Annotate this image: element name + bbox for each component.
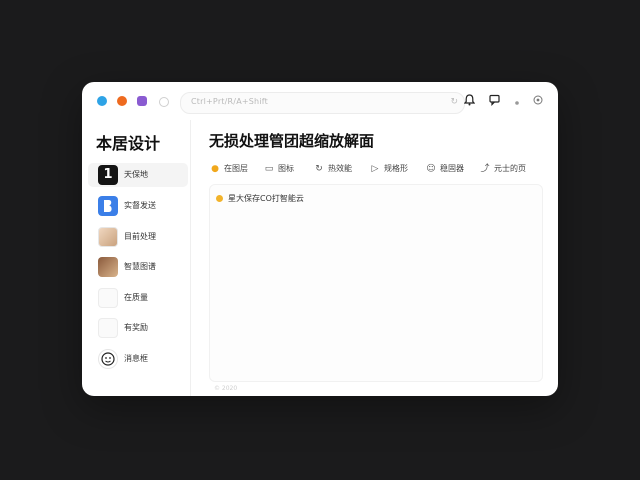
share-icon: ⤴ (480, 164, 490, 174)
settings-icon[interactable] (532, 94, 544, 109)
refresh-icon: ↻ (315, 164, 323, 174)
chat-icon[interactable] (489, 94, 500, 109)
dot-icon[interactable] (514, 97, 520, 109)
empty-avatar-icon (98, 288, 118, 308)
sidebar-item-0[interactable]: 1 天保地 (88, 163, 188, 187)
tool-icon[interactable]: ▭ 图标 (264, 162, 294, 176)
top-bar: Ctrl+Prt/R/A+Shift ↻ (82, 82, 558, 120)
tool-label: 图标 (278, 164, 294, 173)
orange-app-icon[interactable] (117, 96, 127, 106)
bell-icon[interactable] (463, 94, 476, 109)
avatar-photo-icon (98, 227, 118, 247)
sidebar-item-label: 天保地 (124, 170, 148, 179)
sidebar-item-label: 目前处理 (124, 232, 156, 241)
number-one-icon: 1 (98, 165, 118, 185)
image-icon: ▭ (264, 164, 274, 174)
blue-logo-icon (98, 196, 118, 216)
circle-icon[interactable] (159, 97, 169, 107)
avatar-photo-icon (98, 257, 118, 277)
tool-label: 稳固器 (440, 164, 464, 173)
footer-text: © 2020 (214, 385, 238, 392)
tool-label: 热效能 (328, 164, 352, 173)
tool-shape[interactable]: ▷ 规格形 (370, 162, 408, 176)
tool-label: 在图层 (224, 164, 248, 173)
sidebar-item-1[interactable]: 实督发送 (88, 194, 188, 218)
sidebar-item-2[interactable]: 目前处理 (88, 225, 188, 249)
content-panel[interactable]: 星大保存CO打智能云 (209, 184, 543, 382)
sidebar: 本居设计 1 天保地 实督发送 目前处理 智慧图谱 在质量 有奖励 消息框 (82, 120, 191, 396)
app-window: Ctrl+Prt/R/A+Shift ↻ 本居设计 1 天保地 实督发送 目前处… (82, 82, 558, 396)
tool-share[interactable]: ⤴ 元士的页 (480, 162, 526, 176)
content-item-text: 星大保存CO打智能云 (228, 194, 304, 203)
tool-label: 规格形 (384, 164, 408, 173)
sidebar-item-5[interactable]: 有奖励 (88, 316, 188, 340)
tool-efficiency[interactable]: ↻ 热效能 (314, 162, 352, 176)
tool-label: 元士的页 (494, 164, 526, 173)
yellow-dot-icon (216, 195, 223, 202)
reload-icon[interactable]: ↻ (450, 97, 458, 107)
sidebar-item-6[interactable]: 消息框 (88, 347, 188, 371)
brand-title: 本居设计 (96, 134, 161, 153)
page-title: 无损处理管团超缩放解面 (209, 132, 375, 150)
sidebar-item-4[interactable]: 在质量 (88, 286, 188, 310)
twitter-icon[interactable] (97, 96, 107, 106)
smile-icon: ☺ (426, 164, 436, 174)
sidebar-item-3[interactable]: 智慧图谱 (88, 255, 188, 279)
sidebar-item-label: 实督发送 (124, 201, 156, 210)
sidebar-item-label: 消息框 (124, 354, 148, 363)
sidebar-item-label: 有奖励 (124, 323, 148, 332)
tool-layer[interactable]: ● 在图层 (210, 162, 248, 176)
face-icon (98, 349, 118, 369)
purple-app-icon[interactable] (137, 96, 147, 106)
empty-avatar-icon (98, 318, 118, 338)
address-text: Ctrl+Prt/R/A+Shift (191, 97, 268, 106)
video-icon: ▷ (371, 164, 379, 174)
sidebar-item-label: 智慧图谱 (124, 262, 156, 271)
sun-icon: ● (211, 164, 219, 174)
address-bar[interactable]: Ctrl+Prt/R/A+Shift ↻ (180, 92, 465, 114)
tool-stabilizer[interactable]: ☺ 稳固器 (426, 162, 464, 176)
sidebar-item-label: 在质量 (124, 293, 148, 302)
content-item[interactable]: 星大保存CO打智能云 (216, 193, 304, 204)
